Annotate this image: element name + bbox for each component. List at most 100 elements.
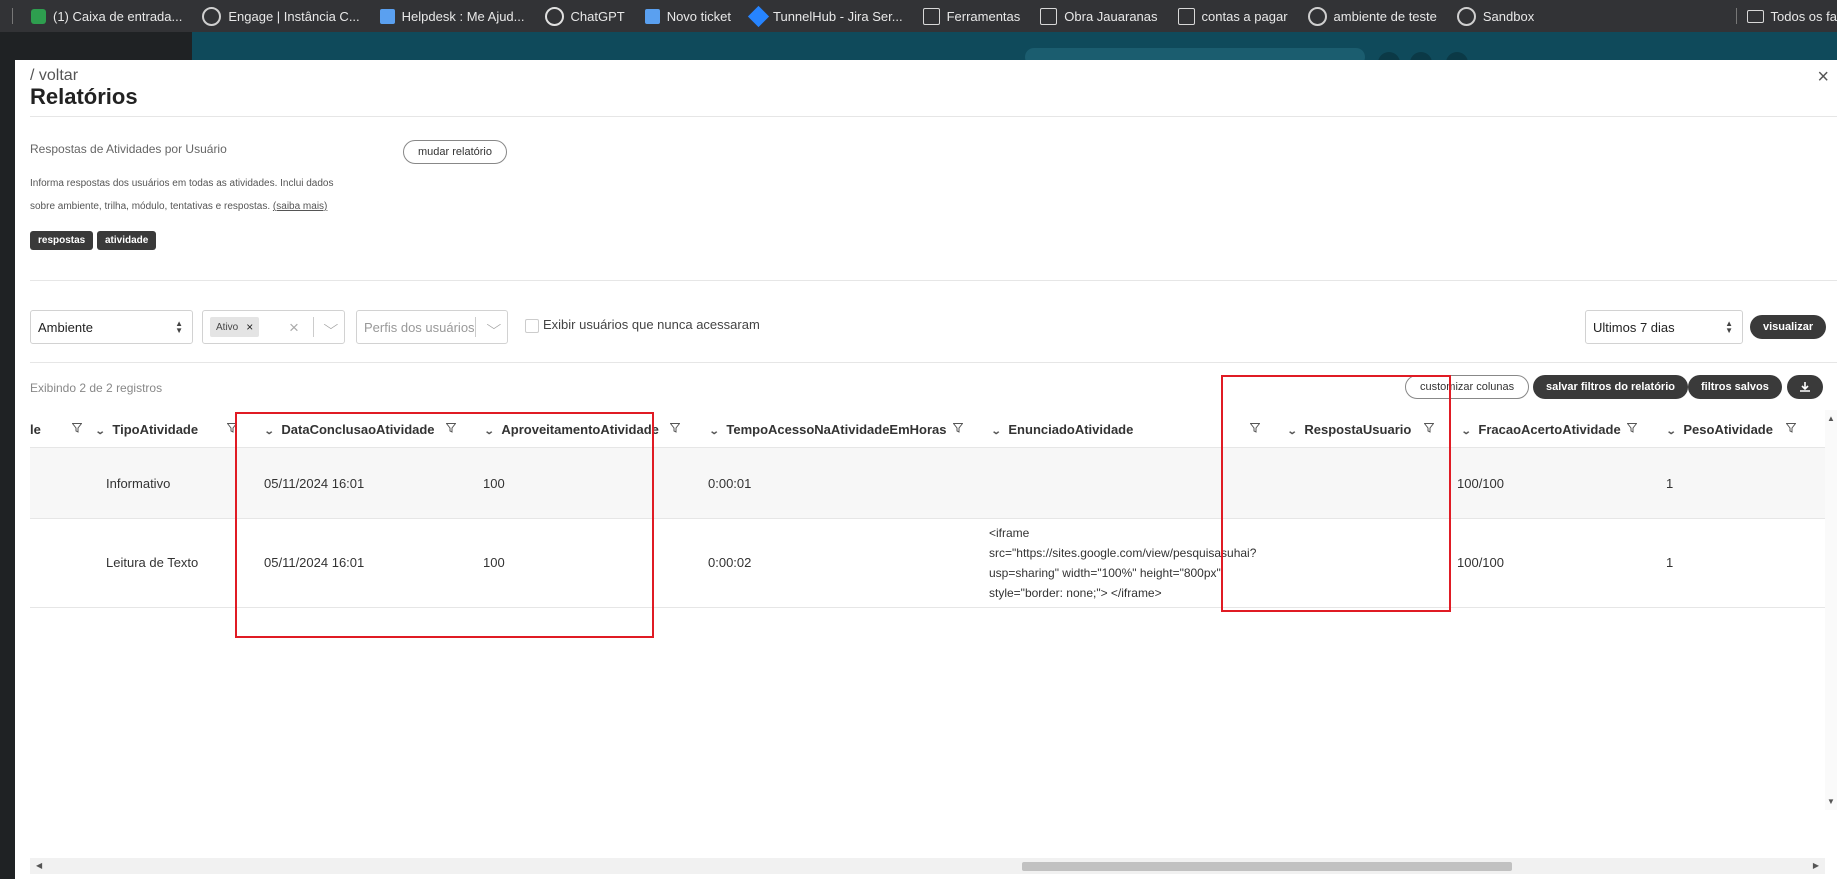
scroll-up-icon[interactable]: ▲ bbox=[1827, 414, 1835, 423]
status-chip-label: Ativo bbox=[216, 321, 239, 333]
bookmark-label: Engage | Instância C... bbox=[228, 8, 360, 24]
bookmark-ferramentas[interactable]: Ferramentas bbox=[913, 0, 1031, 32]
chevron-down-icon: ⌄ bbox=[94, 426, 106, 437]
jira-icon bbox=[747, 5, 770, 27]
filter-icon[interactable] bbox=[227, 423, 237, 433]
cell-fracao: 100/100 bbox=[1457, 555, 1504, 570]
saved-filters-button[interactable]: filtros salvos bbox=[1688, 375, 1782, 399]
profiles-multiselect[interactable]: Perfis dos usuários ⌵ bbox=[356, 310, 508, 344]
tag-atividade: atividade bbox=[97, 231, 157, 250]
learn-more-link[interactable]: (saiba mais) bbox=[273, 201, 327, 212]
never-accessed-checkbox[interactable] bbox=[525, 319, 539, 333]
bookmark-obra-jauaranas[interactable]: Obra Jauaranas bbox=[1030, 0, 1167, 32]
filter-icon[interactable] bbox=[1424, 423, 1434, 433]
table-header: le ⌄ TipoAtividade ⌄ DataConclusaoAtividad… bbox=[30, 410, 1825, 448]
bookmark-chatgpt[interactable]: ChatGPT bbox=[535, 0, 635, 32]
bookmark-label: (1) Caixa de entrada... bbox=[53, 8, 183, 24]
bookmark-helpdesk[interactable]: Helpdesk : Me Ajud... bbox=[370, 0, 535, 32]
column-header[interactable]: ⌄ TipoAtividade bbox=[94, 422, 199, 437]
column-header[interactable]: ⌄ AproveitamentoAtividade bbox=[483, 422, 659, 437]
bookmarks-separator bbox=[12, 8, 13, 24]
scroll-down-icon[interactable]: ▼ bbox=[1827, 797, 1835, 806]
chevron-down-icon: ⌄ bbox=[990, 426, 1002, 437]
filter-icon[interactable] bbox=[1250, 423, 1260, 433]
column-header[interactable]: ⌄ TempoAcessoNaAtividadeEmHoras bbox=[709, 422, 947, 437]
table-row[interactable]: Informativo 05/11/2024 16:01 100 0:00:01… bbox=[30, 448, 1825, 519]
records-count: Exibindo 2 de 2 registros bbox=[30, 381, 163, 395]
divider bbox=[30, 116, 1837, 117]
scroll-right-icon[interactable]: ▶ bbox=[1813, 861, 1819, 870]
column-header[interactable]: ⌄ PesoAtividade bbox=[1665, 422, 1773, 437]
vertical-scrollbar[interactable]: ▲ ▼ bbox=[1825, 410, 1837, 810]
filter-icon[interactable] bbox=[670, 423, 680, 433]
scrollbar-thumb[interactable] bbox=[1022, 862, 1512, 871]
bookmark-tunnelhub[interactable]: TunnelHub - Jira Ser... bbox=[741, 0, 913, 32]
filter-icon[interactable] bbox=[1627, 423, 1637, 433]
bookmark-engage[interactable]: Engage | Instância C... bbox=[192, 0, 369, 32]
bookmark-novo-ticket[interactable]: Novo ticket bbox=[635, 0, 741, 32]
select-divider bbox=[475, 317, 476, 337]
ambiente-select[interactable]: Ambiente ▲ ▼ bbox=[30, 310, 193, 344]
bookmark-gmail[interactable]: (1) Caixa de entrada... bbox=[21, 0, 192, 32]
reports-modal: / voltar Relatórios × Respostas de Ativi… bbox=[15, 60, 1837, 879]
column-header[interactable]: ⌄ FracaoAcertoAtividade bbox=[1460, 422, 1621, 437]
bookmark-sandbox[interactable]: Sandbox bbox=[1447, 0, 1544, 32]
horizontal-scrollbar[interactable]: ◀ ▶ bbox=[30, 858, 1825, 874]
customize-columns-button[interactable]: customizar colunas bbox=[1405, 375, 1530, 399]
cell-peso: 1 bbox=[1666, 476, 1674, 491]
sort-arrows-icon: ▲ ▼ bbox=[1725, 319, 1733, 335]
bookmark-label: Sandbox bbox=[1482, 8, 1535, 24]
column-header-label: TipoAtividade bbox=[112, 422, 199, 437]
bookmarks-separator bbox=[1735, 8, 1737, 24]
back-link[interactable]: / voltar bbox=[30, 67, 78, 85]
bookmark-contas-a-pagar[interactable]: contas a pagar bbox=[1168, 0, 1298, 32]
bookmark-all[interactable]: Todos os fa bbox=[1735, 0, 1837, 32]
bookmarks-bar: (1) Caixa de entrada... Engage | Instânc… bbox=[0, 0, 1837, 32]
chip-remove-icon[interactable]: × bbox=[246, 320, 253, 334]
page-icon bbox=[644, 8, 660, 24]
visualize-button[interactable]: visualizar bbox=[1750, 315, 1827, 339]
save-filters-button[interactable]: salvar filtros do relatório bbox=[1533, 375, 1688, 399]
folder-icon bbox=[1746, 9, 1764, 23]
download-icon bbox=[1800, 382, 1810, 392]
column-header-label: EnunciadoAtividade bbox=[1008, 422, 1134, 437]
status-multiselect[interactable]: Ativo × × ⌵ bbox=[202, 310, 345, 344]
scroll-left-icon[interactable]: ◀ bbox=[36, 861, 42, 870]
column-header[interactable]: le bbox=[30, 422, 41, 437]
column-header[interactable]: ⌄ RespostaUsuario bbox=[1287, 422, 1412, 437]
gmail-icon bbox=[31, 8, 46, 24]
never-accessed-label: Exibir usuários que nunca acessaram bbox=[543, 317, 760, 332]
filter-icon[interactable] bbox=[446, 423, 456, 433]
chevron-down-icon[interactable]: ⌵ bbox=[324, 317, 339, 333]
column-header[interactable]: ⌄ EnunciadoAtividade bbox=[990, 422, 1134, 437]
change-report-button[interactable]: mudar relatório bbox=[403, 140, 507, 164]
bookmark-label: ambiente de teste bbox=[1333, 8, 1437, 24]
column-header-label: FracaoAcertoAtividade bbox=[1478, 422, 1621, 437]
globe-icon bbox=[202, 6, 222, 26]
globe-icon bbox=[1307, 6, 1327, 26]
cell-tempo: 0:00:02 bbox=[708, 555, 752, 570]
bookmark-label: Todos os fa bbox=[1770, 8, 1837, 24]
download-button[interactable] bbox=[1787, 375, 1823, 399]
chevron-down-icon: ⌄ bbox=[1665, 426, 1677, 437]
chevron-down-icon[interactable]: ⌵ bbox=[487, 317, 502, 333]
filter-icon[interactable] bbox=[1786, 423, 1796, 433]
chevron-down-icon: ⌄ bbox=[263, 426, 275, 437]
period-select[interactable]: Ultimos 7 dias ▲ ▼ bbox=[1585, 310, 1743, 344]
page-icon bbox=[379, 8, 395, 24]
filter-icon[interactable] bbox=[72, 423, 82, 433]
select-divider bbox=[313, 317, 314, 337]
close-icon[interactable]: × bbox=[1817, 66, 1829, 89]
column-header[interactable]: ⌄ DataConclusaoAtividade bbox=[263, 422, 435, 437]
chevron-down-icon: ⌄ bbox=[1460, 426, 1472, 437]
cell-data: 05/11/2024 16:01 bbox=[264, 555, 365, 570]
report-name: Respostas de Atividades por Usuário bbox=[30, 142, 227, 156]
status-chip: Ativo × bbox=[210, 317, 260, 337]
clear-icon[interactable]: × bbox=[289, 318, 299, 338]
tag-respostas: respostas bbox=[30, 231, 94, 250]
filter-icon[interactable] bbox=[953, 423, 963, 433]
table-row[interactable]: Leitura de Texto 05/11/2024 16:01 100 0:… bbox=[30, 519, 1825, 608]
chevron-down-icon: ⌄ bbox=[483, 426, 495, 437]
bookmark-ambiente-de-teste[interactable]: ambiente de teste bbox=[1298, 0, 1447, 32]
column-header-label: TempoAcessoNaAtividadeEmHoras bbox=[726, 422, 947, 437]
